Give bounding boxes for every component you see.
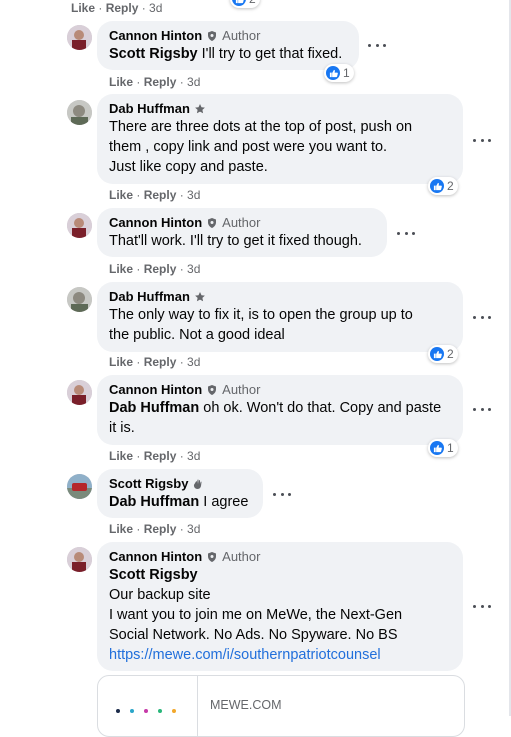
- avatar[interactable]: [67, 474, 92, 499]
- reaction-count[interactable]: 2: [428, 345, 458, 363]
- reply-link[interactable]: Reply: [144, 522, 177, 536]
- author-badge: Author: [222, 215, 261, 230]
- reaction-count[interactable]: 2: [428, 177, 458, 195]
- comment-author[interactable]: Cannon Hinton: [109, 215, 202, 231]
- link-preview-card[interactable]: MEWE.COM: [97, 675, 465, 737]
- like-link[interactable]: Like: [109, 522, 133, 536]
- preview-domain: MEWE.COM: [210, 698, 282, 712]
- comment-actions: Like · Reply · 3d: [109, 355, 201, 369]
- author-badge: Author: [222, 382, 261, 397]
- comment-time[interactable]: 3d: [187, 262, 200, 276]
- mention-link[interactable]: Scott Rigsby: [109, 565, 451, 585]
- like-link[interactable]: Like: [71, 1, 95, 15]
- comment-time[interactable]: 3d: [187, 355, 200, 369]
- like-icon: [430, 179, 444, 193]
- avatar[interactable]: [67, 547, 92, 572]
- like-icon: [430, 441, 444, 455]
- comment-text: Scott Rigsby I'll try to get that fixed.: [109, 46, 343, 62]
- mention-link[interactable]: Dab Huffman: [109, 494, 199, 510]
- like-link[interactable]: Like: [109, 262, 133, 276]
- reply-link[interactable]: Reply: [144, 355, 177, 369]
- shield-icon: [208, 31, 217, 41]
- comment-text: There are three dots at the top of post,…: [109, 119, 413, 175]
- author-badge: Author: [222, 28, 261, 43]
- like-icon: [232, 0, 246, 6]
- avatar[interactable]: [67, 213, 92, 238]
- like-icon: [326, 66, 340, 80]
- reaction-count[interactable]: 2: [230, 0, 260, 8]
- mewe-logo: [116, 709, 176, 713]
- comment-author[interactable]: Cannon Hinton: [109, 382, 202, 398]
- comment-bubble: Cannon Hinton Author Scott Rigsby Our ba…: [97, 542, 463, 671]
- comment-text: Dab Huffman oh ok. Won't do that. Copy a…: [109, 400, 442, 436]
- comment-time[interactable]: 3d: [187, 188, 200, 202]
- comment-bubble: Dab Huffman There are three dots at the …: [97, 94, 463, 184]
- like-icon: [430, 347, 444, 361]
- comment-bubble: Dab Huffman The only way to fix it, is t…: [97, 282, 463, 352]
- comment-actions: Like · Reply · 3d: [109, 75, 201, 89]
- comment-bubble: Cannon Hinton Author Scott Rigsby I'll t…: [97, 21, 359, 70]
- like-link[interactable]: Like: [109, 449, 133, 463]
- divider: [197, 676, 198, 736]
- comment-text: Scott Rigsby Our backup site I want you …: [109, 565, 451, 665]
- more-icon[interactable]: [473, 314, 491, 320]
- avatar[interactable]: [67, 100, 92, 125]
- reaction-count[interactable]: 1: [428, 439, 458, 457]
- comment-time[interactable]: 3d: [187, 449, 200, 463]
- shield-icon: [208, 552, 217, 562]
- comment-author[interactable]: Cannon Hinton: [109, 28, 202, 44]
- more-icon[interactable]: [473, 603, 491, 609]
- more-icon[interactable]: [473, 137, 491, 143]
- comment-actions: Like · Reply · 3d: [109, 262, 201, 276]
- more-icon[interactable]: [397, 230, 415, 236]
- comment-author[interactable]: Scott Rigsby: [109, 476, 188, 492]
- author-badge: Author: [222, 549, 261, 564]
- comment-bubble: Scott Rigsby Dab Huffman I agree: [97, 469, 263, 518]
- like-link[interactable]: Like: [109, 355, 133, 369]
- like-link[interactable]: Like: [109, 188, 133, 202]
- mention-link[interactable]: Dab Huffman: [109, 400, 199, 416]
- wave-icon: [194, 479, 202, 489]
- comment-actions: Like · Reply · 3d: [71, 1, 163, 15]
- reply-link[interactable]: Reply: [144, 262, 177, 276]
- reply-link[interactable]: Reply: [144, 75, 177, 89]
- comment-time[interactable]: 3d: [149, 1, 162, 15]
- reaction-count[interactable]: 1: [324, 64, 354, 82]
- more-icon[interactable]: [473, 406, 491, 412]
- comment-bubble: Cannon Hinton Author Dab Huffman oh ok. …: [97, 375, 463, 445]
- reply-link[interactable]: Reply: [144, 449, 177, 463]
- comment-time[interactable]: 3d: [187, 522, 200, 536]
- star-icon: [194, 104, 205, 114]
- reply-link[interactable]: Reply: [106, 1, 139, 15]
- comment-bubble: Cannon Hinton Author That'll work. I'll …: [97, 208, 387, 257]
- shield-icon: [208, 385, 217, 395]
- comment-actions: Like · Reply · 3d: [109, 188, 201, 202]
- comment-text: That'll work. I'll try to get it fixed t…: [109, 233, 362, 249]
- comment-actions: Like · Reply · 3d: [109, 449, 201, 463]
- avatar[interactable]: [67, 287, 92, 312]
- reply-link[interactable]: Reply: [144, 188, 177, 202]
- avatar[interactable]: [67, 25, 92, 50]
- comment-actions: Like · Reply · 3d: [109, 522, 201, 536]
- more-icon[interactable]: [368, 42, 386, 48]
- more-icon[interactable]: [273, 491, 291, 497]
- like-link[interactable]: Like: [109, 75, 133, 89]
- shield-icon: [208, 218, 217, 228]
- mention-link[interactable]: Scott Rigsby: [109, 46, 198, 62]
- comment-thread: Like · Reply · 3d 2 Cannon Hinton Author…: [0, 0, 511, 737]
- avatar[interactable]: [67, 380, 92, 405]
- comment-author[interactable]: Cannon Hinton: [109, 549, 202, 565]
- comment-time[interactable]: 3d: [187, 75, 200, 89]
- comment-text: The only way to fix it, is to open the g…: [109, 307, 413, 343]
- star-icon: [194, 292, 205, 302]
- comment-text: Dab Huffman I agree: [109, 494, 249, 510]
- comment-author[interactable]: Dab Huffman: [109, 289, 190, 305]
- comment-author[interactable]: Dab Huffman: [109, 101, 190, 117]
- comment-link[interactable]: https://mewe.com/i/southernpatriotcounse…: [109, 645, 451, 665]
